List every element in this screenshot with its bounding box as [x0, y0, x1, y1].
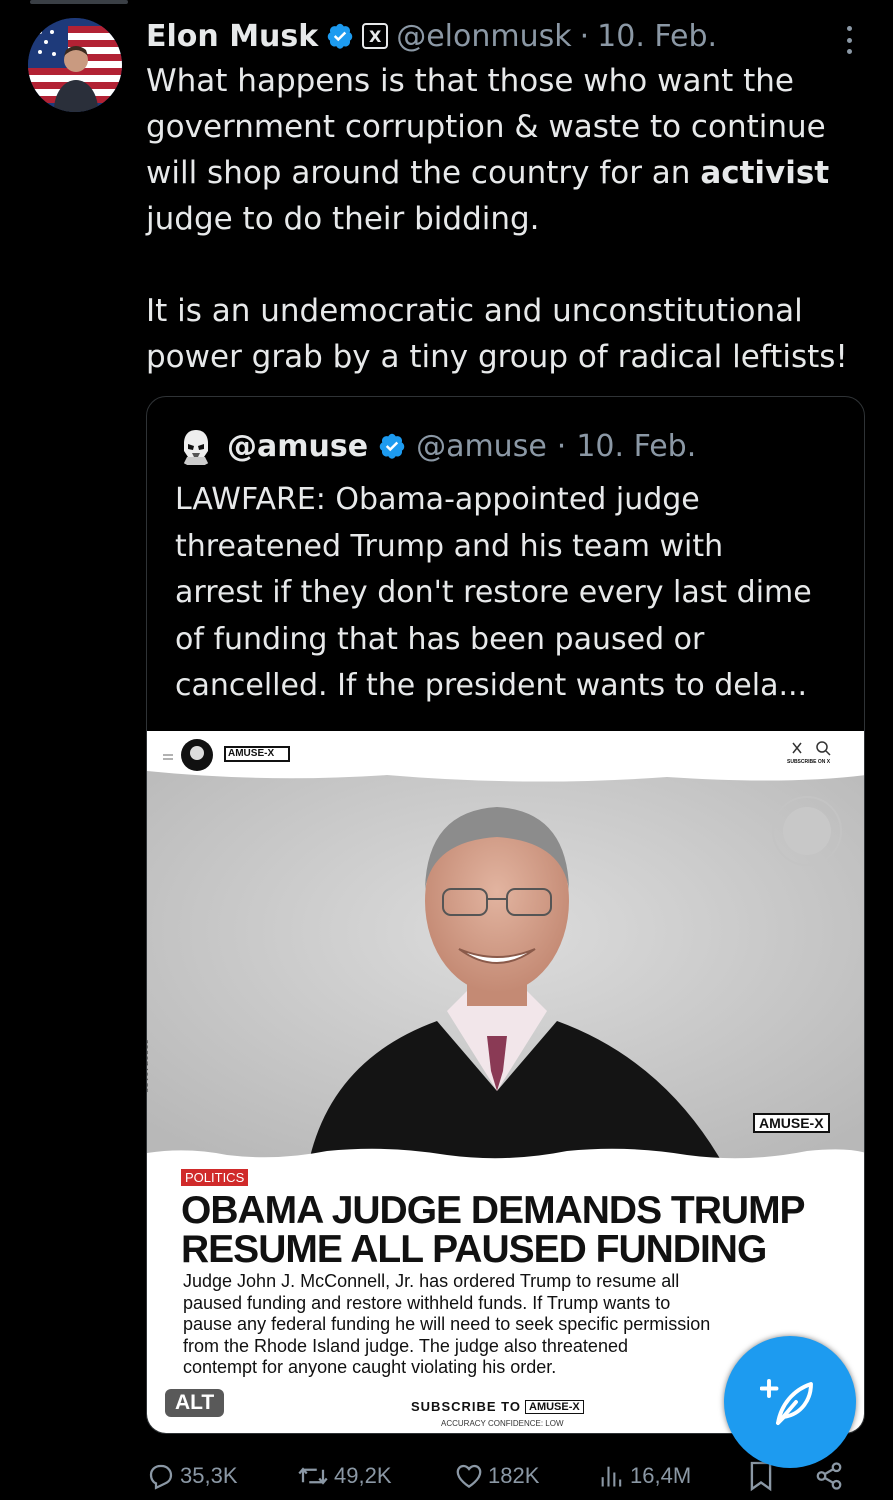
tweet[interactable]: Elon Musk X @elonmusk · 10. Feb. What ha… — [0, 0, 893, 1500]
separator: · — [556, 428, 567, 464]
stormtrooper-icon — [175, 425, 217, 467]
torn-paper-edge — [147, 1148, 864, 1171]
reply-icon — [149, 1464, 173, 1490]
tweet-header: Elon Musk X @elonmusk · 10. Feb. — [146, 14, 717, 58]
separator: · — [579, 18, 590, 54]
subscribe-footer: SUBSCRIBE TO AMUSE-X — [411, 1399, 584, 1414]
quoted-line: threatened Trump and his team with — [175, 528, 724, 564]
verified-badge-icon — [327, 23, 353, 49]
like-icon — [456, 1464, 482, 1488]
politics-tag: POLITICS — [181, 1169, 249, 1186]
tweet-line: power grab by a tiny group of radical le… — [146, 339, 848, 375]
repost-count: 49,2K — [334, 1463, 392, 1488]
tweet-line-start: will shop around the country for an — [146, 155, 691, 191]
quoted-avatar[interactable] — [175, 425, 217, 467]
views-button[interactable]: 16,4M — [598, 1461, 691, 1491]
more-icon[interactable] — [845, 26, 853, 54]
judge-portrait — [147, 771, 864, 1171]
article-line: pause any federal funding he will need t… — [183, 1314, 711, 1334]
subscribe-brand: AMUSE-X — [525, 1399, 584, 1414]
photo-id-text: 2930740138 — [147, 1038, 150, 1094]
reply-button[interactable]: 35,3K — [146, 1461, 238, 1491]
article-headline: OBAMA JUDGE DEMANDS TRUMP RESUME ALL PAU… — [181, 1191, 861, 1269]
quoted-media-image[interactable]: AMUSE-X SUBSCRIBE ON X 2930740138 AMUSE-… — [147, 731, 864, 1433]
tweet-line: It is an undemocratic and unconstitution… — [146, 293, 803, 329]
share-icon — [816, 1462, 842, 1490]
tweet-date[interactable]: 10. Feb. — [597, 19, 717, 54]
tweet-line: government corruption & waste to continu… — [146, 109, 826, 145]
verified-badge-icon — [379, 433, 405, 459]
quoted-name[interactable]: @amuse — [227, 429, 368, 464]
headline-line: OBAMA JUDGE DEMANDS TRUMP — [181, 1189, 806, 1232]
quoted-line: LAWFARE: Obama-appointed judge — [175, 482, 700, 517]
quoted-tweet[interactable]: @amuse @amuse · 10. Feb. LAWFARE: Obama-… — [146, 396, 865, 1434]
quoted-line: cancelled. If the president wants to del… — [175, 668, 808, 703]
quoted-header: @amuse @amuse · 10. Feb. — [175, 425, 696, 467]
tweet-text: What happens is that those who want the … — [146, 58, 866, 380]
action-bar: 35,3K 49,2K 182K 16,4M — [146, 1456, 866, 1496]
repost-icon — [298, 1467, 328, 1485]
compose-button[interactable] — [724, 1336, 856, 1468]
site-logo-text: AMUSE-X — [228, 748, 275, 759]
tweet-line: What happens is that those who want the — [146, 63, 795, 99]
bold-word: activist — [700, 155, 830, 191]
judge-photo: 2930740138 AMUSE-X — [147, 771, 864, 1171]
compose-icon — [760, 1379, 813, 1425]
accuracy-text: ACCURACY CONFIDENCE: LOW — [441, 1419, 564, 1428]
avatar-image — [28, 18, 122, 112]
tweet-line: will shop around the country for an acti… — [146, 150, 866, 196]
subscribe-on-x-text: SUBSCRIBE ON X — [787, 759, 831, 765]
alt-button[interactable]: ALT — [165, 1389, 225, 1417]
reply-count: 35,3K — [180, 1463, 238, 1488]
quoted-line: arrest if they don't restore every last … — [175, 575, 812, 610]
share-button[interactable] — [814, 1461, 844, 1491]
subscribe-prefix: SUBSCRIBE TO — [411, 1399, 521, 1414]
quoted-handle[interactable]: @amuse — [416, 429, 547, 464]
quoted-text: LAWFARE: Obama-appointed judge threatene… — [175, 477, 855, 710]
views-icon — [601, 1466, 622, 1487]
quoted-date[interactable]: 10. Feb. — [576, 429, 696, 464]
author-name[interactable]: Elon Musk — [146, 19, 318, 54]
repost-button[interactable]: 49,2K — [296, 1461, 392, 1491]
views-count: 16,4M — [630, 1463, 692, 1488]
article-line: paused funding and restore withheld fund… — [183, 1292, 671, 1313]
article-line: Judge John J. McConnell, Jr. has ordered… — [183, 1271, 680, 1291]
like-button[interactable]: 182K — [454, 1461, 539, 1491]
x-affiliation-icon: X — [362, 23, 389, 49]
watermark-badge: AMUSE-X — [753, 1113, 830, 1133]
headline-line: RESUME ALL PAUSED FUNDING — [181, 1228, 767, 1271]
author-handle[interactable]: @elonmusk — [396, 19, 571, 54]
like-count: 182K — [488, 1463, 540, 1488]
tweet-line: judge to do their bidding. — [146, 201, 540, 237]
quoted-line: of funding that has been paused or — [175, 621, 705, 657]
author-avatar[interactable] — [28, 18, 122, 112]
